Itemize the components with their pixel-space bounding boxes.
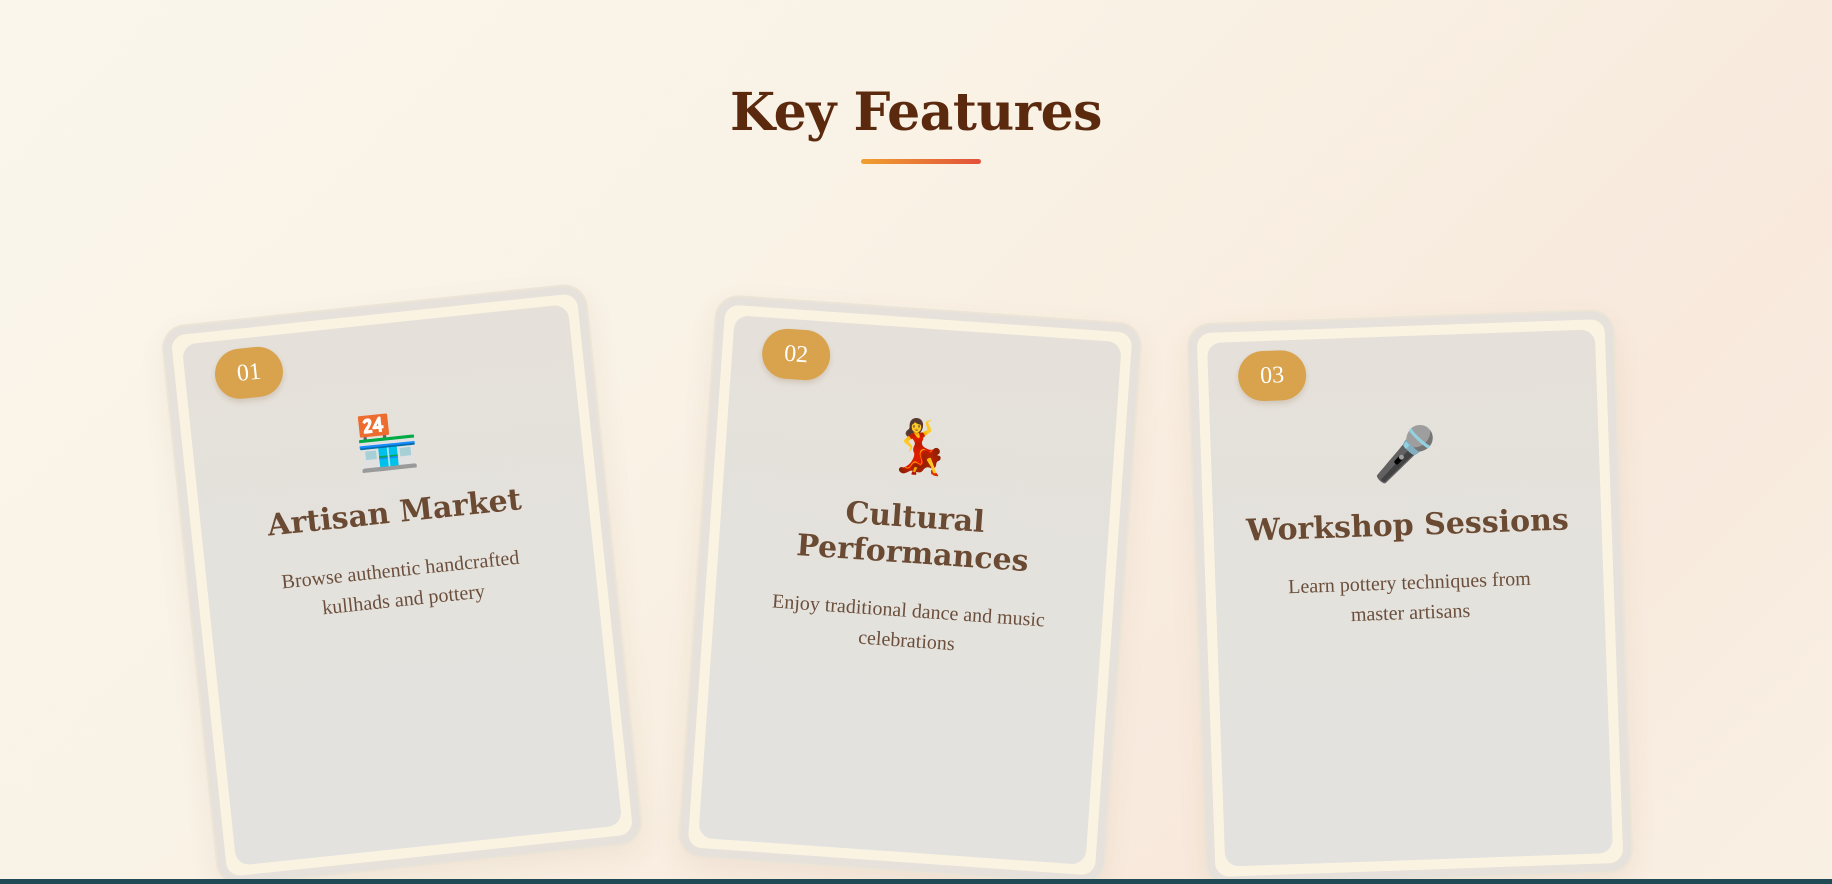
section-title: Key Features (730, 82, 1102, 143)
feature-card-cultural-performances[interactable]: 02 💃 Cultural Performances Enjoy traditi… (678, 295, 1142, 884)
card-description: Learn pottery techniques from master art… (1287, 567, 1532, 627)
card-description: Enjoy traditional dance and music celebr… (771, 590, 1046, 656)
card-number-badge: 02 (760, 327, 832, 382)
card-number-badge: 01 (212, 344, 286, 402)
card-number-badge: 03 (1237, 349, 1308, 402)
card-title: Workshop Sessions (1245, 502, 1570, 549)
title-underline (861, 159, 981, 164)
footer-bar (0, 879, 1832, 884)
feature-card-artisan-market[interactable]: 01 🏪 Artisan Market Browse authentic han… (161, 284, 643, 884)
card-inner: 03 🎤 Workshop Sessions Learn pottery tec… (1206, 329, 1614, 867)
card-description: Browse authentic handcrafted kullhads an… (280, 546, 521, 620)
card-title: Cultural Performances (795, 495, 1030, 580)
card-inner: 01 🏪 Artisan Market Browse authentic han… (181, 304, 623, 866)
convenience-store-icon: 🏪 (351, 411, 423, 476)
card-title: Artisan Market (265, 482, 524, 544)
feature-card-workshop-sessions[interactable]: 03 🎤 Workshop Sessions Learn pottery tec… (1188, 310, 1632, 884)
microphone-icon: 🎤 (1371, 425, 1439, 486)
card-inner: 02 💃 Cultural Performances Enjoy traditi… (698, 315, 1122, 865)
dancer-icon: 💃 (885, 417, 955, 479)
